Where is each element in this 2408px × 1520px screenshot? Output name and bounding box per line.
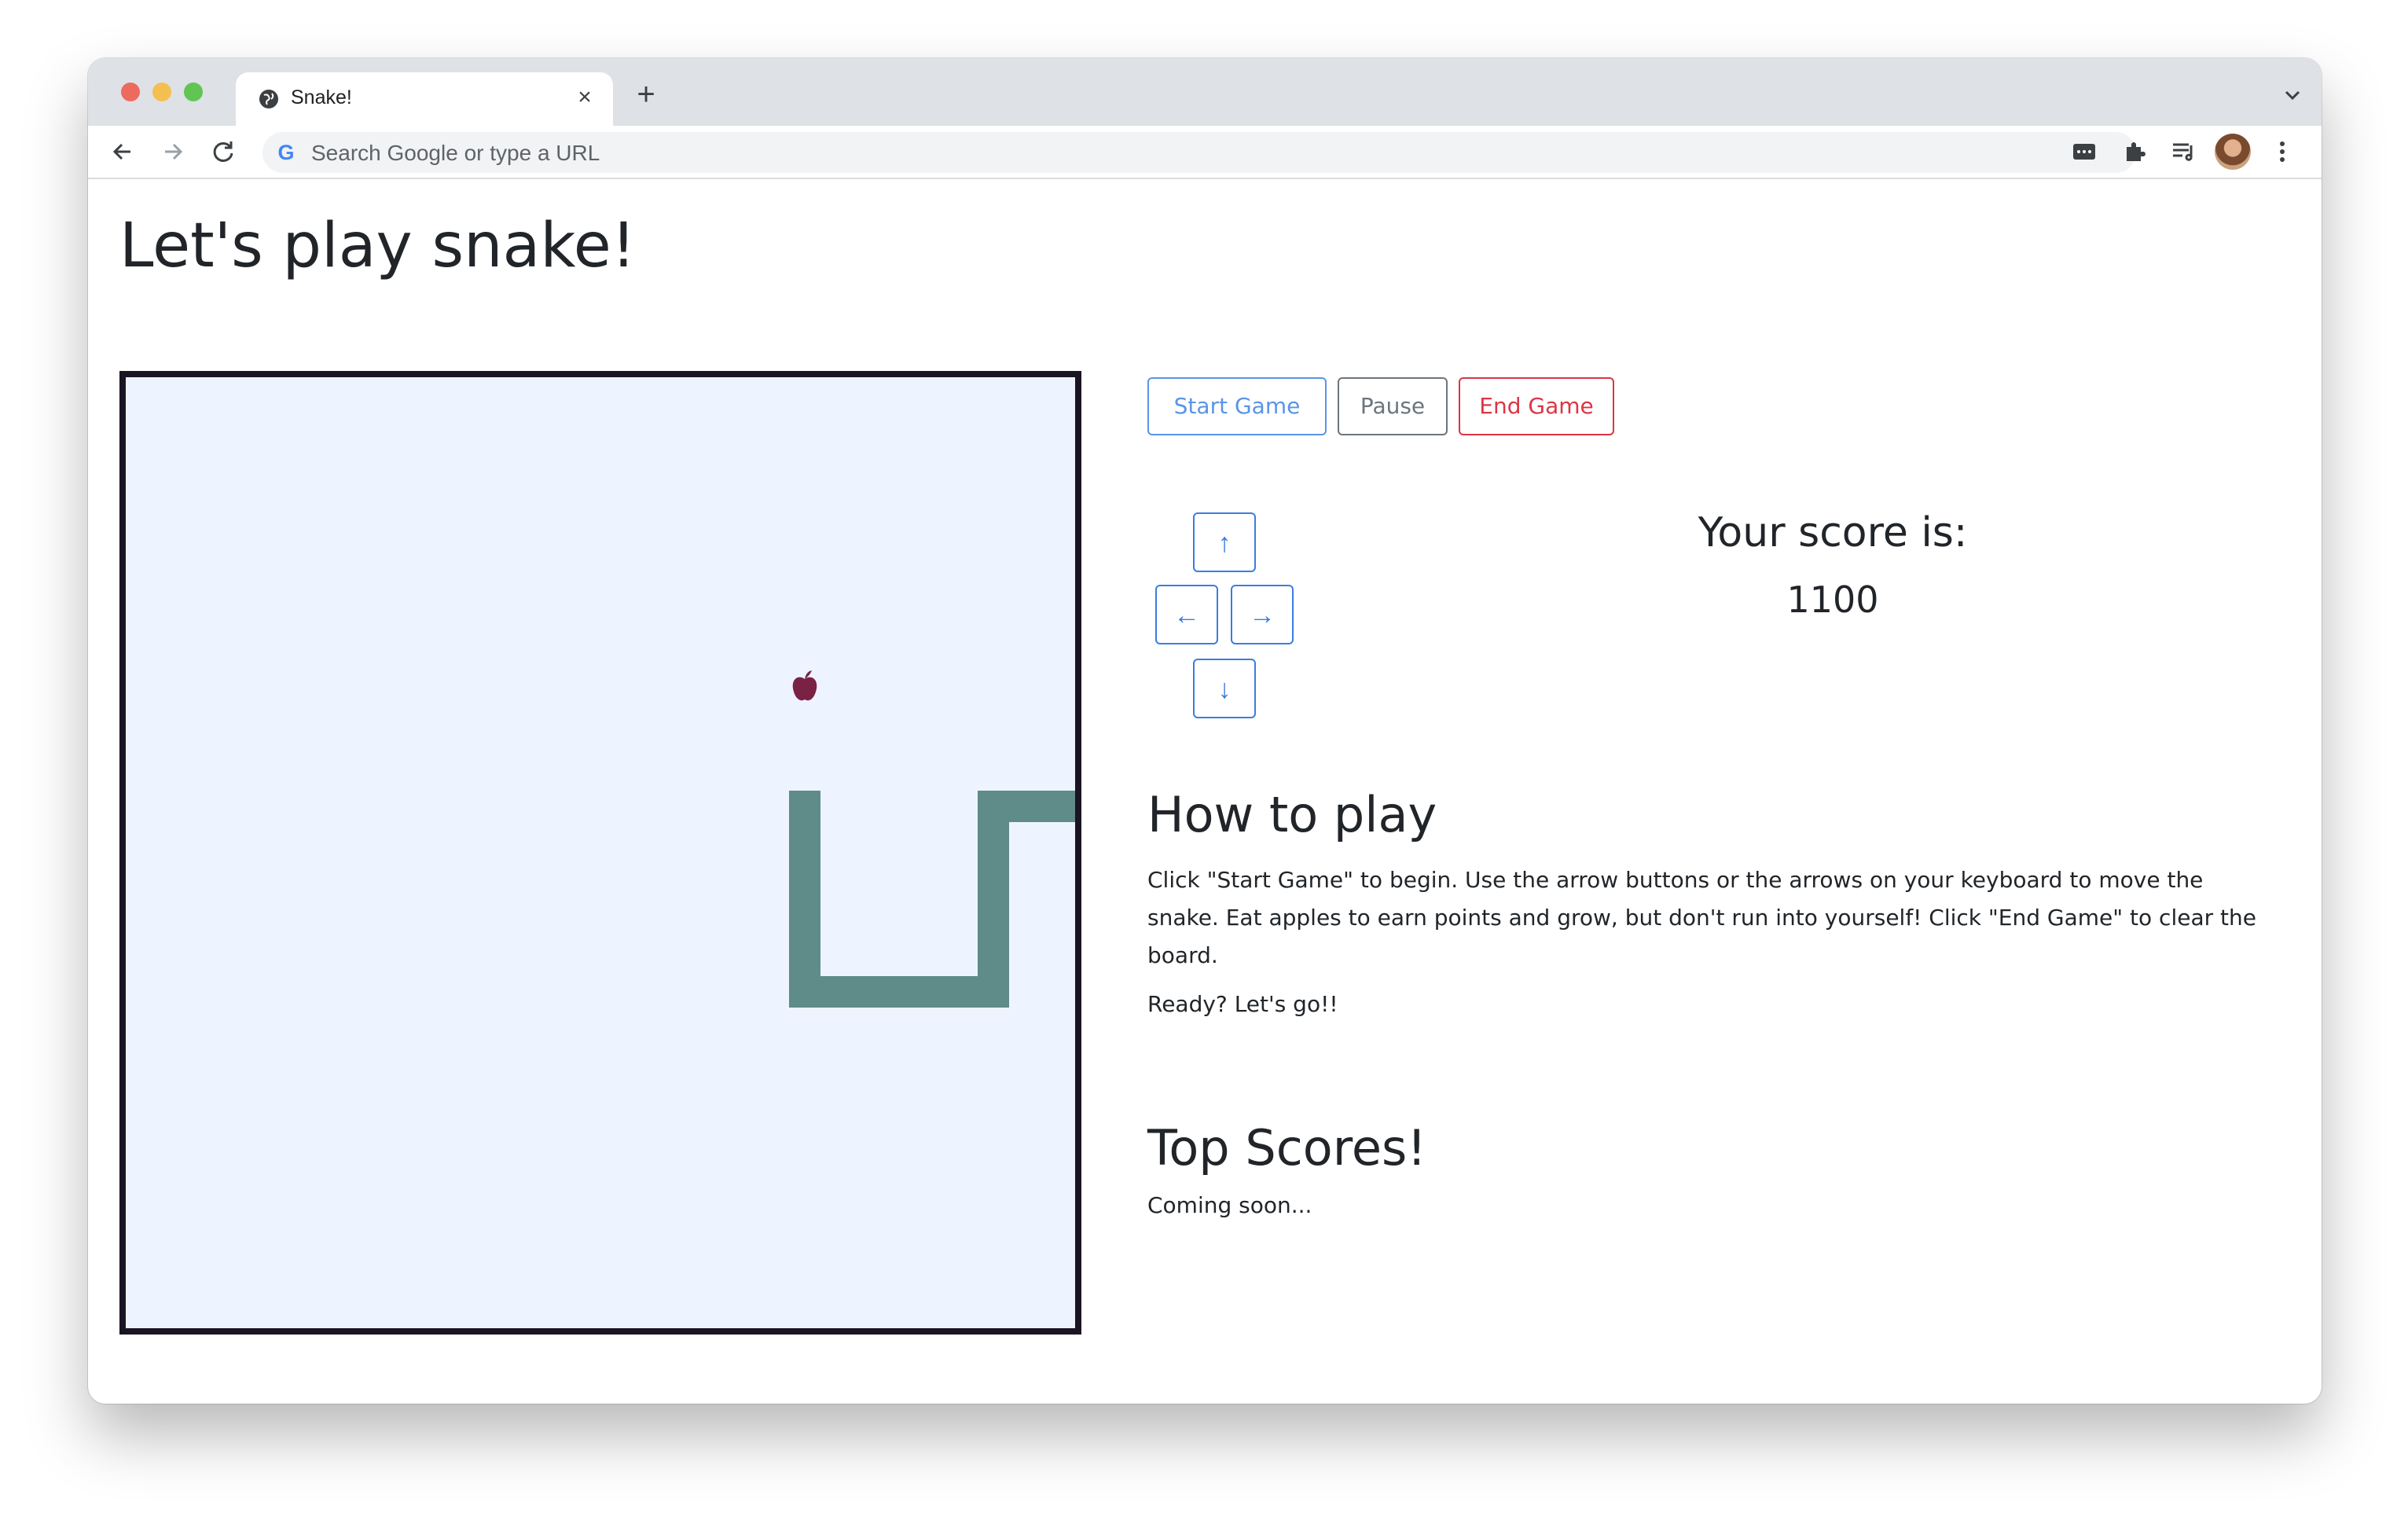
arrow-up-button[interactable]: ↑ (1193, 512, 1256, 572)
title-bar: Snake! × + (88, 58, 2322, 126)
apple-icon (792, 670, 817, 701)
how-to-play-heading: How to play (1147, 786, 1437, 843)
end-game-button[interactable]: End Game (1459, 377, 1614, 435)
ready-text: Ready? Let's go!! (1147, 991, 1338, 1017)
snake-segment (789, 791, 820, 1008)
chevron-down-icon[interactable] (2281, 83, 2304, 107)
browser-window: Snake! × + G Search Google or type a URL… (88, 58, 2322, 1404)
reload-icon[interactable] (207, 136, 239, 167)
address-input[interactable] (310, 132, 2105, 174)
tab-title: Snake! (291, 86, 352, 108)
close-icon[interactable]: × (571, 83, 599, 112)
arrow-left-button[interactable]: ← (1155, 585, 1218, 644)
google-icon: G (277, 141, 295, 164)
minimize-window-button[interactable] (152, 83, 171, 101)
page-title: Let's play snake! (119, 211, 636, 281)
arrow-right-button[interactable]: → (1231, 585, 1294, 644)
extensions-puzzle-icon[interactable] (2119, 136, 2150, 167)
how-to-play-instructions: Click "Start Game" to begin. Use the arr… (1147, 867, 2256, 968)
globe-icon (259, 90, 278, 108)
plus-icon[interactable]: + (630, 79, 662, 110)
score-label: Your score is: (1698, 509, 1968, 556)
profile-avatar[interactable] (2215, 134, 2251, 170)
tab-media-icon[interactable] (2068, 136, 2100, 167)
game-board (119, 371, 1081, 1335)
score-value: 1100 (1786, 578, 1879, 621)
maximize-window-button[interactable] (184, 83, 203, 101)
browser-tab[interactable]: Snake! × (236, 72, 613, 126)
arrow-down-button[interactable]: ↓ (1193, 659, 1256, 718)
snake-segment (789, 976, 1009, 1008)
pause-button[interactable]: Pause (1338, 377, 1448, 435)
top-scores-heading: Top Scores! (1147, 1119, 1427, 1177)
reading-list-icon[interactable] (2168, 136, 2199, 167)
start-game-button[interactable]: Start Game (1147, 377, 1327, 435)
kebab-menu-icon[interactable] (2267, 136, 2298, 167)
address-bar[interactable]: G (262, 132, 2136, 174)
top-scores-text: Coming soon... (1147, 1192, 1312, 1218)
toolbar: G (88, 126, 2322, 179)
snake-segment (978, 791, 1009, 1008)
page-content: Let's play snake! Start Game Pause End G… (88, 179, 2322, 1404)
snake-segment (978, 791, 1075, 822)
close-window-button[interactable] (121, 83, 140, 101)
forward-arrow-icon[interactable] (157, 136, 189, 167)
back-arrow-icon[interactable] (107, 136, 138, 167)
